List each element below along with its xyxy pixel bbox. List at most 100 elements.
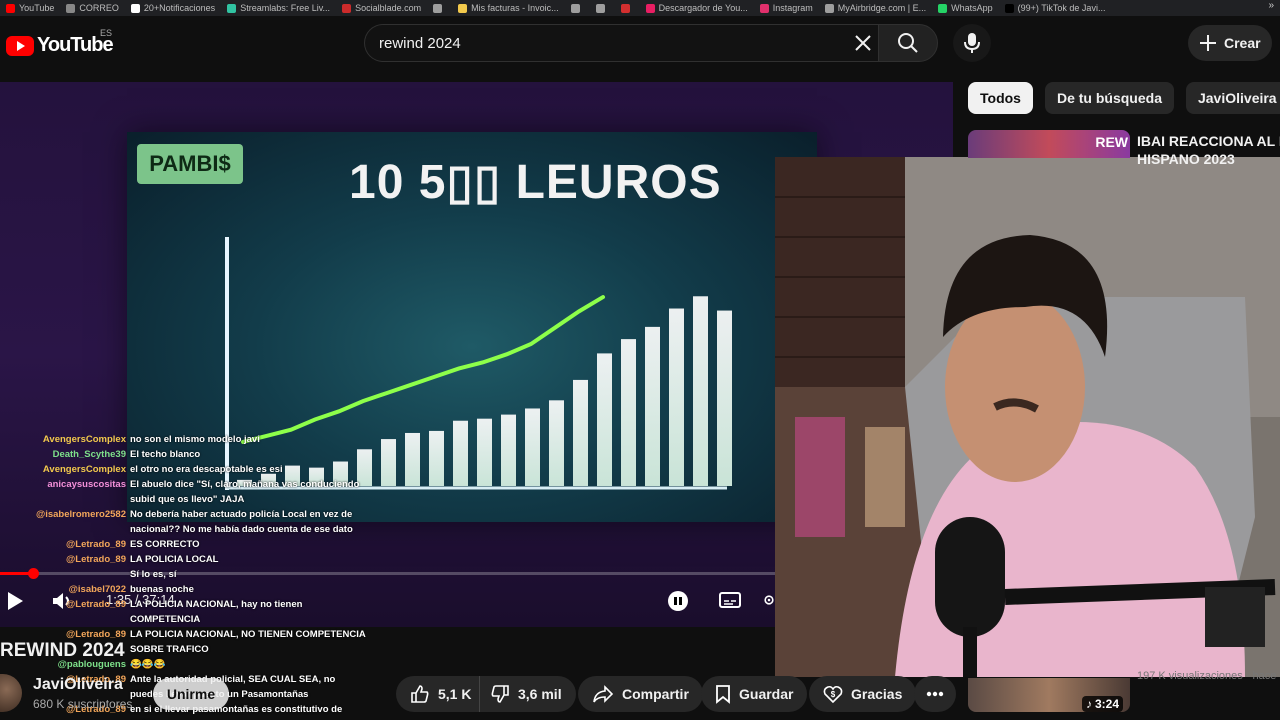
recommended-thumbnail[interactable]: REW — [968, 130, 1130, 158]
filter-chip[interactable]: JaviOliveira — [1185, 82, 1280, 114]
dislike-button[interactable]: 3,6 mil — [479, 676, 576, 712]
region-code: ES — [100, 28, 113, 38]
chart-bar — [525, 408, 540, 486]
chat-username: @isabelromero2582 — [35, 509, 126, 520]
chat-message: @isabel7022 buenas noche — [0, 582, 370, 597]
chart-bar — [501, 414, 516, 486]
chat-username: Death_Scythe39 — [52, 449, 126, 460]
bookmark-favicon-icon — [824, 3, 834, 13]
streamer-image — [775, 157, 1280, 677]
chat-username: @Letrado_89 — [66, 599, 126, 610]
like-button[interactable]: 5,1 K — [396, 676, 482, 712]
recommended-title-line2: HISPANO 2023 — [1137, 151, 1235, 167]
chart-bar — [693, 296, 708, 486]
chat-username: anicaysuscositas — [47, 479, 126, 490]
bookmark-label: Streamlabs: Free Liv... — [240, 3, 331, 13]
thumbs-up-icon — [411, 685, 429, 703]
chat-username: AvengersComplex — [42, 464, 126, 475]
bookmark-label: CORREO — [79, 3, 119, 13]
chat-text: LA POLICIA LOCAL — [130, 554, 219, 565]
channel-name[interactable]: JaviOliveira — [33, 676, 123, 694]
join-button[interactable]: Unirme — [153, 678, 229, 710]
like-count: 5,1 K — [438, 686, 472, 702]
chat-text: El techo blanco — [130, 449, 201, 460]
chat-text: ES CORRECTO — [130, 539, 200, 550]
bookmark-favicon-icon — [570, 3, 580, 13]
chat-message: @Letrado_89 LA POLICIA LOCAL — [0, 552, 370, 567]
gear-icon — [764, 595, 774, 605]
bookmark-favicon-icon — [759, 3, 769, 13]
chat-message: @Letrado_89 LA POLICIA NACIONAL, hay no t… — [0, 597, 370, 627]
chat-username: @Letrado_89 — [66, 539, 126, 550]
youtube-play-icon — [6, 35, 34, 56]
share-label: Compartir — [622, 686, 689, 702]
duration-text: 3:24 — [1095, 697, 1120, 711]
filter-chip[interactable]: De tu búsqueda — [1044, 82, 1174, 114]
recommended-title[interactable]: IBAI REACCIONA AL RE HISPANO 2023 — [1137, 132, 1280, 168]
save-label: Guardar — [739, 686, 794, 702]
share-icon — [593, 685, 614, 703]
youtube-logo[interactable]: YouTube — [6, 34, 114, 57]
bookmark-item[interactable]: Streamlabs: Free Liv... — [221, 0, 336, 16]
close-icon — [855, 35, 871, 51]
filter-chip[interactable]: Todos — [968, 82, 1033, 114]
bookmark-item[interactable]: 20+Notificaciones — [125, 0, 221, 16]
bookmark-item[interactable]: YouTube — [0, 0, 60, 16]
bookmark-item[interactable]: CORREO — [60, 0, 125, 16]
chart-bar — [717, 310, 732, 486]
search-button[interactable] — [878, 24, 938, 62]
search-input[interactable] — [379, 25, 819, 61]
chart-bar — [477, 418, 492, 486]
save-button[interactable]: Guardar — [701, 676, 808, 712]
pambis-badge: PAMBI$ — [137, 144, 243, 184]
bookmark-favicon-icon — [645, 3, 655, 13]
chart-bar — [429, 430, 444, 486]
bookmark-item[interactable]: (99+) TikTok de Javi... — [999, 0, 1112, 16]
bookmark-favicon-icon — [227, 3, 237, 13]
clear-search-button[interactable] — [848, 28, 878, 58]
headline-text: 10 5▯▯ LEUROS — [349, 156, 722, 209]
chart-bar — [405, 432, 420, 486]
chat-text: LA POLICIA NACIONAL, NO TIENEN COMPETENC… — [130, 629, 366, 655]
subtitles-button[interactable] — [718, 590, 742, 610]
bookmark-item[interactable]: Descargador de You... — [640, 0, 754, 16]
bookmark-label: (99+) TikTok de Javi... — [1017, 3, 1106, 13]
bookmark-item[interactable]: Mis facturas - Invoic... — [452, 0, 565, 16]
bookmark-favicon-icon — [433, 3, 443, 13]
subtitles-icon — [719, 592, 741, 608]
youtube-header: YouTube ES Crear — [0, 16, 1280, 72]
create-button[interactable]: Crear — [1188, 25, 1272, 61]
chart-bar — [549, 400, 564, 486]
chart-bar — [597, 353, 612, 486]
bookmark-favicon-icon — [938, 3, 948, 13]
share-button[interactable]: Compartir — [578, 676, 703, 712]
thanks-button[interactable]: $ Gracias — [809, 676, 917, 712]
bookmark-favicon-icon — [6, 3, 15, 13]
video-duration-badge: ♪ 3:24 — [1082, 696, 1124, 712]
bookmark-label: Mis facturas - Invoic... — [471, 3, 559, 13]
more-bookmarks-icon[interactable]: » — [1268, 0, 1274, 11]
bookmark-item[interactable] — [427, 0, 452, 16]
chat-text: el otro no era descapotable es esi — [130, 464, 283, 475]
subscriber-count: 680 K suscriptores — [33, 697, 133, 711]
bookmark-favicon-icon — [130, 3, 140, 13]
voice-search-button[interactable] — [953, 24, 991, 62]
bookmark-favicon-icon — [1004, 3, 1014, 13]
bookmark-item[interactable] — [565, 0, 590, 16]
chat-text: LA POLICIA NACIONAL, hay no tienen COMPE… — [130, 599, 303, 625]
more-actions-button[interactable] — [914, 676, 956, 712]
chat-message: Death_Scythe39 El techo blanco — [0, 447, 370, 462]
chat-text: Sí lo es, sí — [130, 569, 177, 580]
autoplay-toggle[interactable] — [668, 591, 688, 611]
chat-message: anicaysuscositas El abuelo dice "Sí, clar… — [0, 477, 370, 507]
settings-button[interactable] — [762, 589, 776, 611]
bookmark-item[interactable]: Instagram — [754, 0, 819, 16]
chat-text: 😂😂😂 — [130, 659, 166, 670]
bookmark-item[interactable] — [590, 0, 615, 16]
recommended-meta: 197 K visualizaciones · hace — [1137, 670, 1277, 682]
bookmark-item[interactable]: MyAirbridge.com | E... — [819, 0, 932, 16]
bookmark-item[interactable]: WhatsApp — [932, 0, 999, 16]
search-icon — [898, 33, 918, 53]
bookmark-item[interactable] — [615, 0, 640, 16]
bookmark-item[interactable]: Socialblade.com — [336, 0, 427, 16]
